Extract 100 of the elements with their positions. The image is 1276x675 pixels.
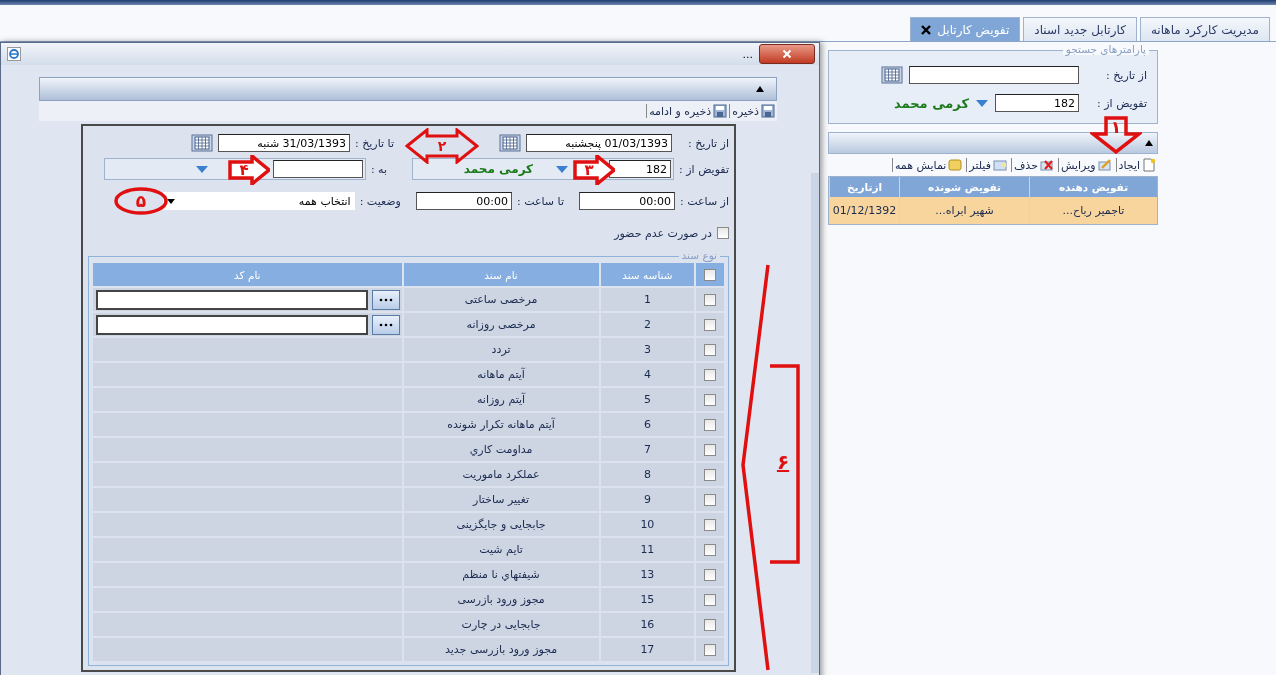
close-button[interactable] [759,44,815,64]
checkbox[interactable] [704,318,717,331]
circle-callout [113,187,169,215]
ellipsis-icon [378,322,393,327]
table-cell: آیتم روزانه [403,388,599,411]
table-cell: 9 [600,488,695,511]
arrow-callout [573,155,615,185]
checkbox[interactable] [704,393,717,406]
date-field[interactable] [909,66,1079,84]
tab[interactable]: کارتابل جديد اسناد [1023,17,1137,41]
code-field[interactable] [95,314,368,335]
floppy-icon [761,104,775,118]
checkbox[interactable] [704,418,717,431]
checkbox[interactable] [704,268,717,281]
table-cell: آیتم ماهانه [403,363,599,386]
close-icon[interactable] [921,24,932,35]
caret-icon [166,198,175,204]
ellipsis-icon [378,297,393,302]
table-cell: مجوز ورود بازرسی [403,588,599,611]
dropdown-icon[interactable] [555,164,570,174]
callout-number: ۱ [1110,116,1122,138]
table-cell: تغییر ساختار [403,488,599,511]
table-cell: آیتم ماهانه تکرار شونده [403,413,599,436]
dropdown-icon[interactable] [194,164,209,174]
toolbar-button[interactable]: ویرایش [1057,158,1114,172]
table-cell: 8 [600,463,695,486]
checkbox[interactable] [704,293,717,306]
code-field[interactable] [95,289,368,310]
field-label: تا تاريخ : [355,136,394,150]
checkbox[interactable] [704,468,717,481]
field-label: تفويض از : [679,162,729,176]
panel-legend: پارامترهای جستجو [1062,43,1149,55]
table-cell: 01/12/1392 [829,197,899,224]
field-label: از تاريخ : [1105,68,1147,82]
table-cell: 15 [600,588,695,611]
checkbox[interactable] [704,493,717,506]
code-field[interactable]: 182 [995,94,1079,112]
table-cell: جابجایی و جایگزینی [403,513,599,536]
calendar-icon[interactable] [881,66,903,84]
time-field[interactable]: 00:00 [415,192,512,210]
person-name: کرمی محمد [893,95,969,111]
checkbox[interactable] [704,543,717,556]
save-button[interactable]: ذخیره [729,104,777,118]
checkbox[interactable] [704,443,717,456]
time-field[interactable]: 00:00 [579,192,675,210]
save-button[interactable]: ذخیره و ادامه [646,104,730,118]
callout-number: ۴ [239,162,249,178]
callout-number: ۳ [584,162,594,178]
table-cell: 11 [600,538,695,561]
field-label: تا ساعت : [516,194,564,208]
callout-number: ۲ [437,139,447,153]
table-cell: تاجمیر رباح... [1029,197,1157,224]
field-label: تفويض از : [1096,96,1147,110]
code-field[interactable]: 182 [609,160,672,178]
field-label: وضعيت : [359,194,401,208]
table-cell: جابجایی در چارت [403,613,599,636]
calendar-icon[interactable] [191,134,213,152]
dropdown-icon[interactable] [975,98,989,108]
checkbox-label: در صورت عدم حضور [614,226,712,240]
collapse-icon[interactable] [1145,140,1153,146]
date-field[interactable]: 31/03/1393 شنبه [218,134,350,152]
table-cell: 4 [600,363,695,386]
checkbox[interactable] [704,518,717,531]
calendar-icon[interactable] [499,134,521,152]
close-icon [782,49,792,59]
table-cell: تایم شیت [403,538,599,561]
table-cell: مرخصی روزانه [403,313,599,336]
table-cell: عملکرد ماموریت [403,463,599,486]
floppy-icon [713,104,728,118]
browser-icon [7,47,21,61]
collapse-icon[interactable] [756,86,764,92]
checkbox[interactable] [704,643,717,656]
table-cell: 13 [600,563,695,586]
field-label: از تاريخ : [687,136,729,150]
table-cell: 7 [600,438,695,461]
toolbar-button[interactable]: حذف [1010,158,1056,172]
status-select[interactable]: انتخاب همه [162,192,355,210]
field-label: به : [370,162,388,176]
checkbox[interactable] [717,227,729,239]
field-label: از ساعت : [680,194,729,208]
date-field[interactable]: 01/03/1393 پنجشنبه [526,134,672,152]
checkbox[interactable] [704,618,717,631]
table-cell: 16 [600,613,695,636]
title-text: ... [742,47,753,61]
tab[interactable]: مديريت کارکرد ماهانه [1139,17,1270,41]
pencil-icon [1097,158,1112,172]
arrow-callout [228,155,270,185]
checkbox[interactable] [704,343,717,356]
toolbar-button[interactable]: نمایش همه [891,158,965,172]
code-field[interactable] [272,160,363,178]
toolbar-button[interactable]: ایجاد [1115,158,1158,172]
browse-button[interactable] [371,289,400,310]
toolbar-button[interactable]: فیلتر [966,158,1009,172]
checkbox[interactable] [704,593,717,606]
table-cell: شهیر ابراه... [899,197,1029,224]
checkbox[interactable] [704,368,717,381]
table-cell: 5 [600,388,695,411]
browse-button[interactable] [371,314,400,335]
scrollbar[interactable] [811,173,819,673]
checkbox[interactable] [704,568,717,581]
